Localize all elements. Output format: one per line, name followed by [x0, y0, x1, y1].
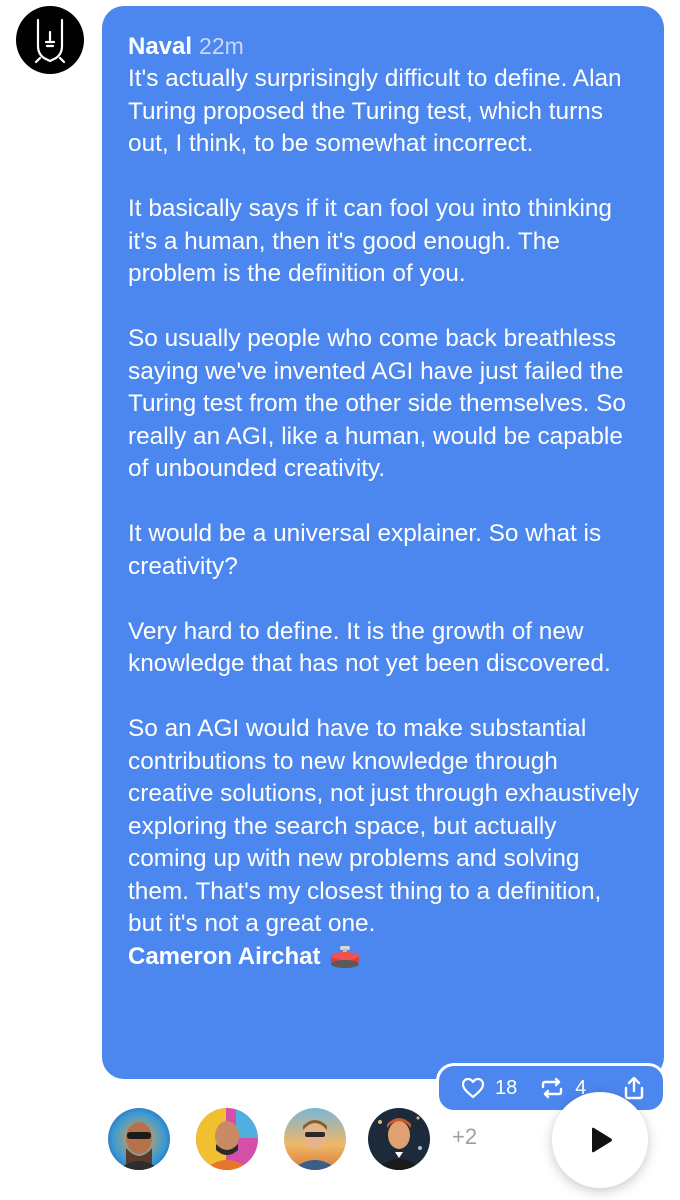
message-header: Naval 22m — [128, 30, 640, 63]
message-paragraph: It basically says if it can fool you int… — [128, 195, 612, 287]
heart-icon — [461, 1077, 485, 1099]
like-count: 18 — [495, 1076, 518, 1099]
listener-avatar-image — [196, 1108, 258, 1170]
listener-avatar-image — [284, 1108, 346, 1170]
message-paragraph: It's actually surprisingly difficult to … — [128, 65, 622, 157]
listener-avatar[interactable] — [108, 1108, 170, 1170]
message-paragraph: So an AGI would have to make substantial… — [128, 715, 640, 937]
share-button[interactable] — [623, 1076, 645, 1100]
like-button[interactable]: 18 — [461, 1077, 517, 1100]
listener-avatar-image — [108, 1108, 170, 1170]
play-button[interactable] — [552, 1092, 648, 1188]
more-listeners-count[interactable]: +2 — [452, 1124, 477, 1150]
message-paragraph: So usually people who come back breathle… — [128, 325, 626, 482]
listener-avatar[interactable] — [368, 1108, 430, 1170]
airchat-logo-icon — [34, 18, 66, 64]
message-paragraph: It would be a universal explainer. So wh… — [128, 520, 602, 580]
footer-attribution[interactable]: Cameron Airchat — [128, 941, 640, 973]
author-name[interactable]: Naval — [128, 31, 192, 63]
author-avatar[interactable] — [16, 6, 84, 74]
footer-name: Cameron Airchat — [128, 942, 321, 970]
listener-avatar[interactable] — [196, 1108, 258, 1170]
share-icon — [624, 1076, 644, 1100]
message-bubble[interactable]: Naval 22m It's actually surprisingly dif… — [102, 6, 664, 1079]
repost-icon — [542, 1077, 563, 1099]
listener-avatar[interactable] — [284, 1108, 346, 1170]
message-paragraph: Very hard to define. It is the growth of… — [128, 617, 611, 678]
listener-avatar-image — [368, 1108, 430, 1170]
play-icon — [592, 1127, 612, 1153]
timestamp: 22m — [199, 33, 244, 59]
curling-stone-icon — [330, 945, 359, 968]
